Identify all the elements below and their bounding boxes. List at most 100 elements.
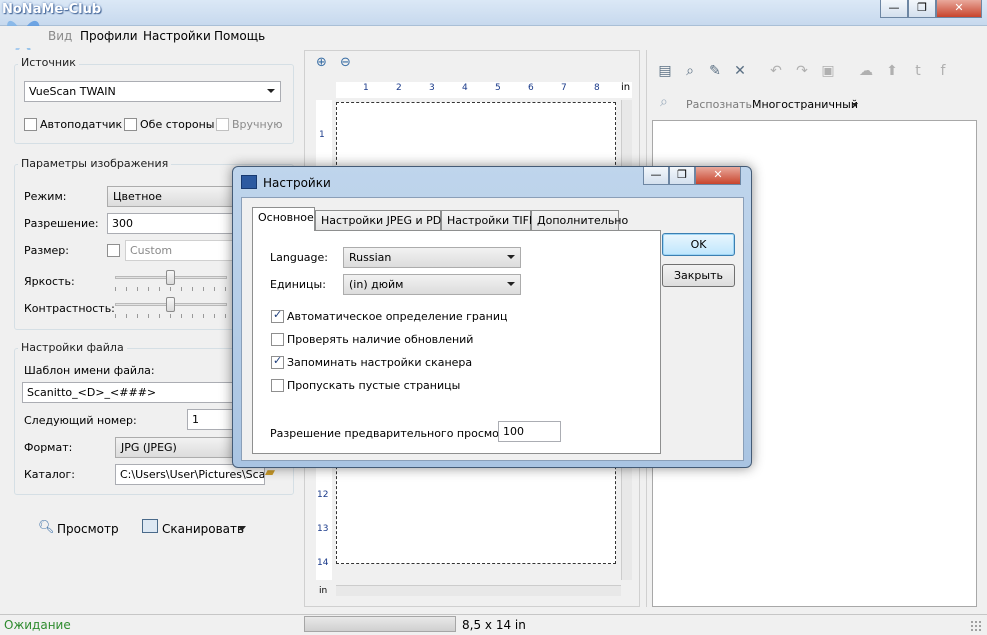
dialog-minimize-button[interactable]: — xyxy=(643,167,669,185)
dialog-title: Настройки xyxy=(263,176,331,190)
device-select[interactable]: VueScan TWAIN xyxy=(24,81,281,102)
title-bar xyxy=(0,0,987,26)
zoom-in-icon[interactable]: ⊕ xyxy=(316,55,327,70)
preview-resolution-label: Разрешение предварительного просмотра: xyxy=(270,427,523,440)
logo-text: NoNaMe-Club xyxy=(2,2,102,17)
source-group xyxy=(14,64,294,144)
auto-feed-checkbox[interactable] xyxy=(24,118,37,131)
language-label: Language: xyxy=(270,251,328,264)
auto-borders-label: Автоматическое определение границ xyxy=(287,310,508,323)
contrast-slider[interactable] xyxy=(166,297,175,312)
preview-hscrollbar[interactable] xyxy=(336,585,621,596)
language-select[interactable]: Russian xyxy=(343,247,521,268)
ruler-unit: in xyxy=(621,82,631,93)
auto-feed-label: Автоподатчик xyxy=(40,118,123,131)
image-legend: Параметры изображения xyxy=(18,157,172,170)
auto-borders-checkbox[interactable] xyxy=(271,308,284,323)
remember-settings-checkbox[interactable] xyxy=(271,354,284,369)
multipage-dropdown[interactable]: Многостраничный xyxy=(752,98,858,111)
status-text: Ожидание xyxy=(4,618,71,632)
page-size-text: 8,5 x 14 in xyxy=(462,618,526,632)
facebook-icon[interactable]: f xyxy=(934,62,952,80)
twitter-icon[interactable]: t xyxy=(909,62,927,80)
size-checkbox[interactable] xyxy=(107,244,120,257)
ruler-left-13: 13 xyxy=(317,524,329,534)
device-select-value: VueScan TWAIN xyxy=(29,85,116,98)
skip-blank-label: Пропускать пустые страницы xyxy=(287,379,461,392)
ruler-unit-bottom: in xyxy=(319,586,328,596)
source-legend: Источник xyxy=(18,56,79,69)
tab-general[interactable]: Основное xyxy=(252,207,315,231)
minimize-button[interactable]: — xyxy=(880,0,908,18)
scan-button[interactable]: Сканировать xyxy=(162,522,244,536)
chevron-down-icon[interactable] xyxy=(852,103,858,107)
preview-resolution-input[interactable]: 100 xyxy=(498,421,561,442)
crop-icon[interactable]: ▣ xyxy=(819,62,837,80)
ruler-top-4: 4 xyxy=(462,83,468,93)
language-select-value: Russian xyxy=(349,251,392,264)
zoom-out-icon[interactable]: ⊖ xyxy=(340,55,351,70)
folder-label: Каталог: xyxy=(24,468,75,481)
resize-grip[interactable] xyxy=(970,620,982,632)
close-dialog-button[interactable]: Закрыть xyxy=(662,264,735,287)
ruler-top-8: 8 xyxy=(594,83,600,93)
general-tab-page: Language: Russian Единицы: (in) дюйм Авт… xyxy=(252,230,661,454)
manual-checkbox[interactable] xyxy=(216,118,229,131)
scan-dropdown-icon[interactable] xyxy=(238,526,246,531)
ruler-left-1: 1 xyxy=(319,130,325,140)
new-document-icon[interactable]: ▤ xyxy=(656,62,674,80)
dialog-close-button[interactable]: ✕ xyxy=(695,167,741,185)
ruler-top-7: 7 xyxy=(561,83,567,93)
ruler-top-5: 5 xyxy=(495,83,501,93)
recognize-button[interactable]: Распознать xyxy=(686,98,752,111)
dialog-maximize-button[interactable]: ❐ xyxy=(669,167,695,185)
remember-settings-label: Запоминать настройки сканера xyxy=(287,356,473,369)
share-icon[interactable]: ⬆ xyxy=(883,62,901,80)
close-button[interactable]: ✕ xyxy=(936,0,982,18)
contrast-label: Контрастность: xyxy=(24,302,115,315)
delete-icon[interactable]: ✕ xyxy=(731,62,749,80)
template-label: Шаблон имени файла: xyxy=(24,364,155,377)
units-select-value: (in) дюйм xyxy=(349,278,404,291)
menu-view[interactable]: Вид xyxy=(48,29,72,43)
maximize-button[interactable]: ❐ xyxy=(908,0,936,18)
recognize-icon: ⌕ xyxy=(660,94,668,110)
rotate-right-icon[interactable]: ↷ xyxy=(793,62,811,80)
rotate-left-icon[interactable]: ↶ xyxy=(767,62,785,80)
preview-button[interactable]: Просмотр xyxy=(57,522,119,536)
ruler-left-14: 14 xyxy=(317,558,329,568)
both-sides-label: Обе стороны xyxy=(140,118,215,131)
chevron-down-icon xyxy=(267,89,275,93)
manual-label: Вручную xyxy=(232,118,283,131)
menu-help[interactable]: Помощь xyxy=(214,29,265,43)
ruler-top-2: 2 xyxy=(396,83,402,93)
units-select[interactable]: (in) дюйм xyxy=(343,274,521,295)
brightness-slider[interactable] xyxy=(166,270,175,285)
edit-document-icon[interactable]: ✎ xyxy=(706,62,724,80)
menu-settings[interactable]: Настройки xyxy=(143,29,211,43)
ruler-top-3: 3 xyxy=(429,83,435,93)
scanner-app-icon xyxy=(241,175,257,189)
tab-advanced[interactable]: Дополнительно xyxy=(531,210,628,230)
size-label: Размер: xyxy=(24,244,69,257)
mode-label: Режим: xyxy=(24,190,67,203)
dialog-client: Основное Настройки JPEG и PDF Настройки … xyxy=(241,197,744,461)
ok-button[interactable]: OK xyxy=(662,233,735,256)
contrast-ticks xyxy=(115,314,227,318)
both-sides-checkbox[interactable] xyxy=(124,118,137,131)
find-document-icon[interactable]: ⌕ xyxy=(681,62,699,80)
file-legend: Настройки файла xyxy=(18,341,127,354)
tab-jpeg-pdf[interactable]: Настройки JPEG и PDF xyxy=(315,210,448,230)
brightness-label: Яркость: xyxy=(24,275,75,288)
menu-profiles[interactable]: Профили xyxy=(80,29,138,43)
settings-dialog: Настройки — ❐ ✕ Основное Настройки JPEG … xyxy=(232,166,752,468)
check-updates-checkbox[interactable] xyxy=(271,333,284,346)
resolution-label: Разрешение: xyxy=(24,217,99,230)
scanner-icon xyxy=(142,519,158,533)
top-ruler xyxy=(336,82,632,98)
brightness-ticks xyxy=(115,287,227,291)
skip-blank-checkbox[interactable] xyxy=(271,379,284,392)
tab-tiff[interactable]: Настройки TIFF xyxy=(441,210,535,230)
cloud-upload-icon[interactable]: ☁ xyxy=(857,62,875,80)
ruler-top-6: 6 xyxy=(528,83,534,93)
